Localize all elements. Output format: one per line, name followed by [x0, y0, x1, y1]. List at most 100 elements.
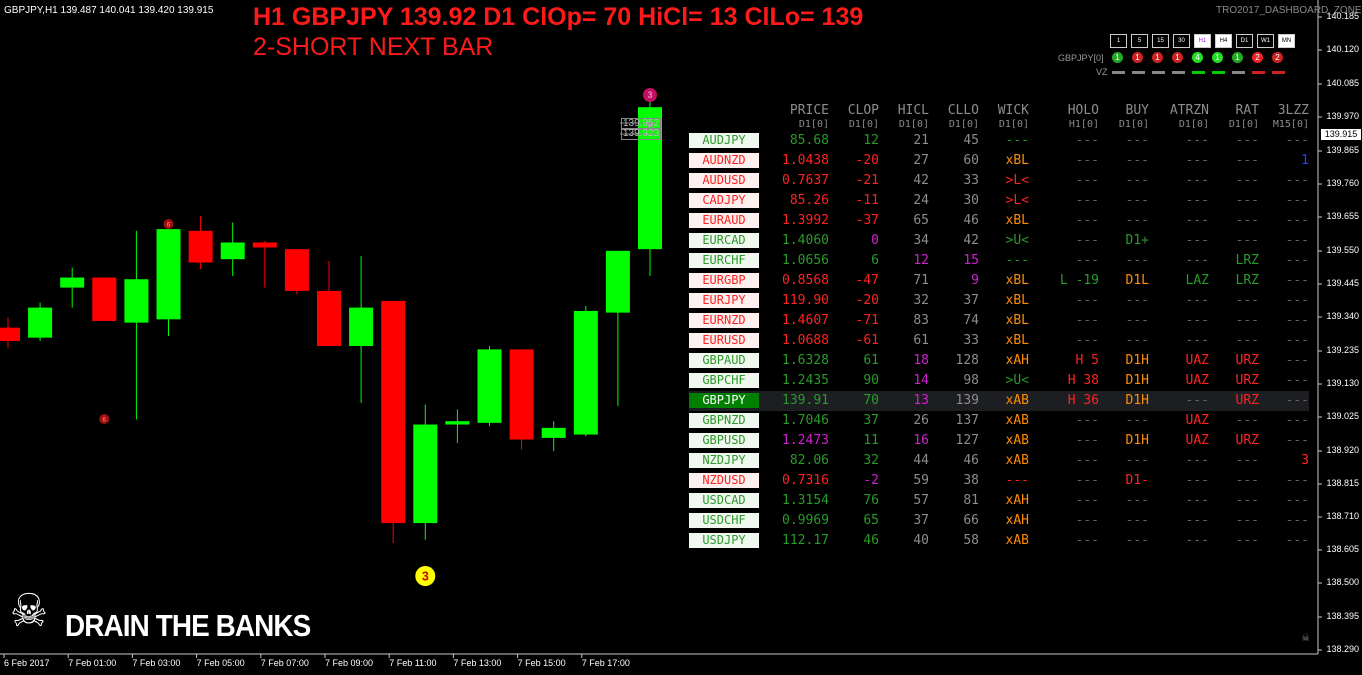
symbol-button[interactable]: EURJPY — [689, 293, 759, 308]
table-row[interactable]: CADJPY 85.26 -11 24 30 >L< --- --- --- --- --- — [689, 191, 1309, 211]
cell-hicl: 57 — [913, 493, 929, 508]
symbol-button[interactable]: EURGBP — [689, 273, 759, 288]
timeframe-button-15[interactable]: 15 — [1152, 34, 1169, 48]
symbol-button[interactable]: AUDJPY — [689, 133, 759, 148]
table-row[interactable]: NZDUSD 0.7316 -2 59 38 --- --- D1- --- --- --- — [689, 471, 1309, 491]
cell-rat: --- — [1235, 453, 1259, 468]
table-row[interactable]: GBPAUD 1.6328 61 18 128 xAH H 5 D1H UAZ URZ --- — [689, 351, 1309, 371]
column-subheader-lzz: M15[0] — [1272, 119, 1309, 130]
table-row[interactable]: GBPJPY 139.91 70 13 139 xAB H 36 D1H --- URZ --- — [689, 391, 1309, 411]
cell-holo: H 36 — [1067, 393, 1099, 408]
cell-cllo: 42 — [963, 233, 979, 248]
cell-rat: --- — [1235, 173, 1259, 188]
candle-body — [156, 229, 181, 320]
symbol-button[interactable]: EURCAD — [689, 233, 759, 248]
cell-clop: -2 — [863, 473, 879, 488]
table-row[interactable]: GBPCHF 1.2435 90 14 98 >U< H 38 D1H UAZ URZ --- — [689, 371, 1309, 391]
indicator-dot: 2 — [1272, 52, 1283, 63]
price-label: 138.815 — [1326, 478, 1359, 488]
cell-hicl: 32 — [913, 293, 929, 308]
column-header-rat: RAT — [1235, 103, 1259, 118]
indicator-dot: 1 — [1112, 52, 1123, 63]
symbol-button[interactable]: NZDUSD — [689, 473, 759, 488]
cell-buy: --- — [1125, 453, 1149, 468]
symbol-button[interactable]: GBPJPY — [689, 393, 759, 408]
candle-body — [573, 310, 598, 435]
timeframe-button-5[interactable]: 5 — [1131, 34, 1148, 48]
timeframe-button-h4[interactable]: H4 — [1215, 34, 1232, 48]
cell-atrzn: --- — [1185, 213, 1209, 228]
cell-wick: xBL — [1005, 273, 1029, 288]
timeframe-button-w1[interactable]: W1 — [1257, 34, 1274, 48]
symbol-button[interactable]: USDJPY — [689, 533, 759, 548]
candle — [92, 277, 117, 321]
symbol-button[interactable]: USDCHF — [689, 513, 759, 528]
cell-holo: --- — [1075, 233, 1099, 248]
symbol-button[interactable]: NZDJPY — [689, 453, 759, 468]
price-label: 139.340 — [1326, 311, 1359, 321]
table-row[interactable]: EURCAD 1.4060 0 34 42 >U< --- D1+ --- --- --- — [689, 231, 1309, 251]
table-row[interactable]: EURGBP 0.8568 -47 71 9 xBL L -19 D1L LAZ LRZ --- — [689, 271, 1309, 291]
table-row[interactable]: EURCHF 1.0656 6 12 15 --- --- --- --- LRZ --- — [689, 251, 1309, 271]
table-row[interactable]: USDJPY 112.17 46 40 58 xAB --- --- --- --- --- — [689, 531, 1309, 551]
table-row[interactable]: GBPNZD 1.7046 37 26 137 xAB --- --- UAZ --- --- — [689, 411, 1309, 431]
cell-rat: --- — [1235, 473, 1259, 488]
cell-price: 112.17 — [782, 533, 829, 548]
cell-price: 0.8568 — [782, 273, 829, 288]
candle — [477, 346, 502, 427]
cell-wick: >L< — [1005, 173, 1029, 188]
cell-cllo: 38 — [963, 473, 979, 488]
candle-body — [28, 307, 53, 338]
signal-line-2: 2-SHORT NEXT BAR — [253, 33, 494, 61]
table-row[interactable]: EURUSD 1.0688 -61 61 33 xBL --- --- --- --- --- — [689, 331, 1309, 351]
symbol-button[interactable]: EURUSD — [689, 333, 759, 348]
table-row[interactable]: AUDJPY 85.68 12 21 45 --- --- --- --- --- --- — [689, 131, 1309, 151]
timeframe-button-mn[interactable]: MN — [1278, 34, 1295, 48]
cell-cllo: 15 — [963, 253, 979, 268]
cell-hicl: 12 — [913, 253, 929, 268]
table-row[interactable]: USDCAD 1.3154 76 57 81 xAH --- --- --- --- --- — [689, 491, 1309, 511]
cell-clop: 61 — [863, 353, 879, 368]
cell-atrzn: --- — [1185, 313, 1209, 328]
table-row[interactable]: EURNZD 1.4607 -71 83 74 xBL --- --- --- --- --- — [689, 311, 1309, 331]
symbol-button[interactable]: CADJPY — [689, 193, 759, 208]
cell-clop: 32 — [863, 453, 879, 468]
cell-lzz: --- — [1285, 133, 1309, 148]
price-label: 140.085 — [1326, 78, 1359, 88]
cell-holo: --- — [1075, 253, 1099, 268]
symbol-button[interactable]: USDCAD — [689, 493, 759, 508]
table-row[interactable]: AUDNZD 1.0438 -20 27 60 xBL --- --- --- --- 1 — [689, 151, 1309, 171]
table-row[interactable]: USDCHF 0.9969 65 37 66 xAH --- --- --- --- --- — [689, 511, 1309, 531]
cell-buy: --- — [1125, 133, 1149, 148]
price-label: 139.970 — [1326, 111, 1359, 121]
candle-body — [605, 250, 630, 313]
symbol-button[interactable]: GBPNZD — [689, 413, 759, 428]
indicator-row-label: GBPJPY[0] — [1058, 53, 1104, 63]
symbol-button[interactable]: GBPUSD — [689, 433, 759, 448]
cell-rat: --- — [1235, 193, 1259, 208]
timeframe-button-d1[interactable]: D1 — [1236, 34, 1253, 48]
cell-rat: --- — [1235, 153, 1259, 168]
symbol-button[interactable]: GBPCHF — [689, 373, 759, 388]
table-row[interactable]: EURAUD 1.3992 -37 65 46 xBL --- --- --- --- --- — [689, 211, 1309, 231]
table-row[interactable]: AUDUSD 0.7637 -21 42 33 >L< --- --- --- --- --- — [689, 171, 1309, 191]
timeframe-button-1[interactable]: 1 — [1110, 34, 1127, 48]
cell-rat: --- — [1235, 493, 1259, 508]
time-label: 7 Feb 07:00 — [260, 658, 309, 668]
symbol-header: GBPJPY,H1 139.487 140.041 139.420 139.91… — [4, 5, 214, 16]
symbol-button[interactable]: AUDUSD — [689, 173, 759, 188]
candle-body — [60, 277, 85, 288]
vz-bar — [1172, 71, 1185, 74]
cell-cllo: 98 — [963, 373, 979, 388]
candle-body — [381, 300, 406, 524]
table-row[interactable]: EURJPY 119.90 -20 32 37 xBL --- --- --- --- --- — [689, 291, 1309, 311]
timeframe-button-30[interactable]: 30 — [1173, 34, 1190, 48]
symbol-button[interactable]: EURAUD — [689, 213, 759, 228]
table-row[interactable]: NZDJPY 82.06 32 44 46 xAB --- --- --- --- 3 — [689, 451, 1309, 471]
timeframe-button-h1[interactable]: H1 — [1194, 34, 1211, 48]
symbol-button[interactable]: EURCHF — [689, 253, 759, 268]
table-row[interactable]: GBPUSD 1.2473 11 16 127 xAB --- D1H UAZ URZ --- — [689, 431, 1309, 451]
symbol-button[interactable]: AUDNZD — [689, 153, 759, 168]
symbol-button[interactable]: GBPAUD — [689, 353, 759, 368]
symbol-button[interactable]: EURNZD — [689, 313, 759, 328]
